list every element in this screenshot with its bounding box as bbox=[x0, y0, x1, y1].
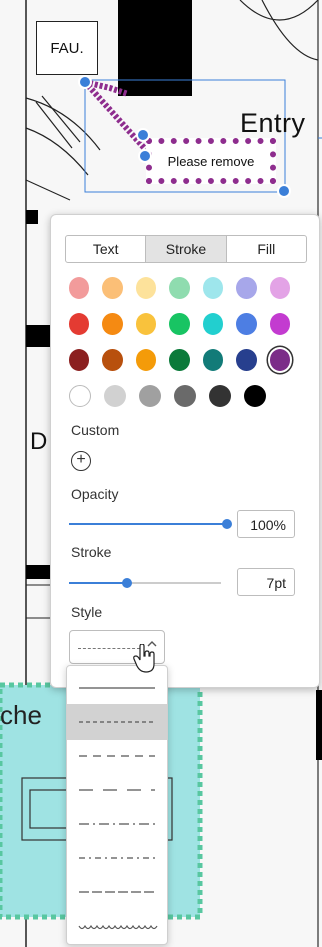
tab-stroke[interactable]: Stroke bbox=[146, 236, 227, 262]
opacity-slider-fill bbox=[69, 523, 227, 525]
swatch-row bbox=[69, 313, 303, 335]
swatch-row bbox=[69, 385, 303, 407]
swatch-row bbox=[69, 349, 303, 371]
color-swatch[interactable] bbox=[169, 277, 190, 299]
swatch-row bbox=[69, 277, 303, 299]
line-style-option-wavy[interactable] bbox=[67, 908, 167, 944]
format-tabs: Text Stroke Fill bbox=[65, 235, 307, 263]
room-label-che[interactable]: che bbox=[0, 700, 42, 731]
stroke-width-slider[interactable] bbox=[69, 578, 221, 588]
selection-handle-mid[interactable] bbox=[136, 128, 150, 142]
color-swatch[interactable] bbox=[202, 349, 224, 371]
line-style-option-dashed[interactable] bbox=[67, 704, 167, 740]
color-swatch[interactable] bbox=[104, 385, 126, 407]
color-swatch[interactable] bbox=[139, 385, 161, 407]
line-style-preview bbox=[79, 857, 155, 859]
color-swatch[interactable] bbox=[236, 313, 257, 335]
selection-handle-anchor[interactable] bbox=[138, 149, 152, 163]
room-label-d[interactable]: D bbox=[30, 428, 47, 456]
tab-text[interactable]: Text bbox=[66, 236, 147, 262]
line-style-preview bbox=[79, 789, 155, 791]
hand-pointer-cursor-icon bbox=[132, 643, 158, 679]
color-swatch[interactable] bbox=[202, 313, 224, 335]
color-swatch[interactable] bbox=[102, 313, 123, 335]
color-swatch[interactable] bbox=[202, 277, 224, 299]
shape-text: Please remove bbox=[167, 153, 255, 169]
selected-dash-preview bbox=[78, 648, 140, 649]
selection-handle-end[interactable] bbox=[277, 184, 291, 198]
opacity-label: Opacity bbox=[71, 486, 119, 502]
format-panel: Text Stroke Fill Custom + Opacity 100% S… bbox=[50, 214, 320, 688]
stroke-slider-fill bbox=[69, 582, 127, 584]
selection-handle-start[interactable] bbox=[78, 75, 92, 89]
color-swatch[interactable] bbox=[244, 385, 266, 407]
fau-box[interactable]: FAU. bbox=[36, 21, 98, 75]
line-style-option-dash-double[interactable] bbox=[67, 874, 167, 910]
line-style-preview bbox=[79, 823, 155, 825]
color-palette bbox=[69, 277, 303, 421]
line-style-preview bbox=[79, 721, 155, 723]
opacity-value-field[interactable]: 100% bbox=[237, 510, 295, 538]
color-swatch[interactable] bbox=[169, 313, 190, 335]
custom-label: Custom bbox=[71, 422, 120, 438]
line-style-option-dash-dot[interactable] bbox=[67, 806, 167, 842]
color-swatch[interactable] bbox=[169, 349, 190, 371]
color-swatch[interactable] bbox=[69, 313, 90, 335]
color-swatch[interactable] bbox=[135, 313, 157, 335]
stroke-slider-thumb[interactable] bbox=[121, 578, 132, 588]
color-swatch[interactable] bbox=[102, 277, 123, 299]
line-style-preview bbox=[78, 924, 158, 930]
color-swatch[interactable] bbox=[209, 385, 231, 407]
opacity-slider-thumb[interactable] bbox=[222, 519, 232, 529]
color-swatch[interactable] bbox=[69, 349, 90, 371]
color-swatch[interactable] bbox=[236, 277, 257, 299]
color-swatch[interactable] bbox=[102, 349, 123, 371]
tab-fill[interactable]: Fill bbox=[227, 236, 306, 262]
line-style-dropdown bbox=[66, 665, 168, 945]
line-style-preview bbox=[79, 891, 155, 893]
color-swatch[interactable] bbox=[69, 385, 91, 407]
line-style-option-dash-dot-dash[interactable] bbox=[67, 840, 167, 876]
stroke-value-field[interactable]: 7pt bbox=[237, 568, 295, 596]
stroke-label: Stroke bbox=[71, 544, 112, 560]
add-custom-color-button[interactable]: + bbox=[71, 451, 91, 471]
color-swatch[interactable] bbox=[135, 277, 157, 299]
fau-label: FAU. bbox=[50, 39, 84, 57]
entry-label[interactable]: Entry bbox=[240, 108, 306, 139]
line-style-option-dash-long[interactable] bbox=[67, 772, 167, 808]
color-swatch[interactable] bbox=[69, 277, 90, 299]
opacity-slider[interactable] bbox=[69, 519, 232, 529]
line-style-option-long-dashed[interactable] bbox=[67, 738, 167, 774]
color-swatch[interactable] bbox=[135, 349, 157, 371]
color-swatch[interactable] bbox=[236, 349, 257, 371]
color-swatch[interactable] bbox=[269, 313, 290, 335]
color-swatch[interactable] bbox=[269, 277, 290, 299]
line-style-preview bbox=[79, 755, 155, 757]
selected-shape[interactable]: Please remove bbox=[146, 138, 276, 184]
color-swatch[interactable] bbox=[269, 349, 290, 371]
color-swatch[interactable] bbox=[174, 385, 196, 407]
style-label: Style bbox=[71, 604, 103, 620]
